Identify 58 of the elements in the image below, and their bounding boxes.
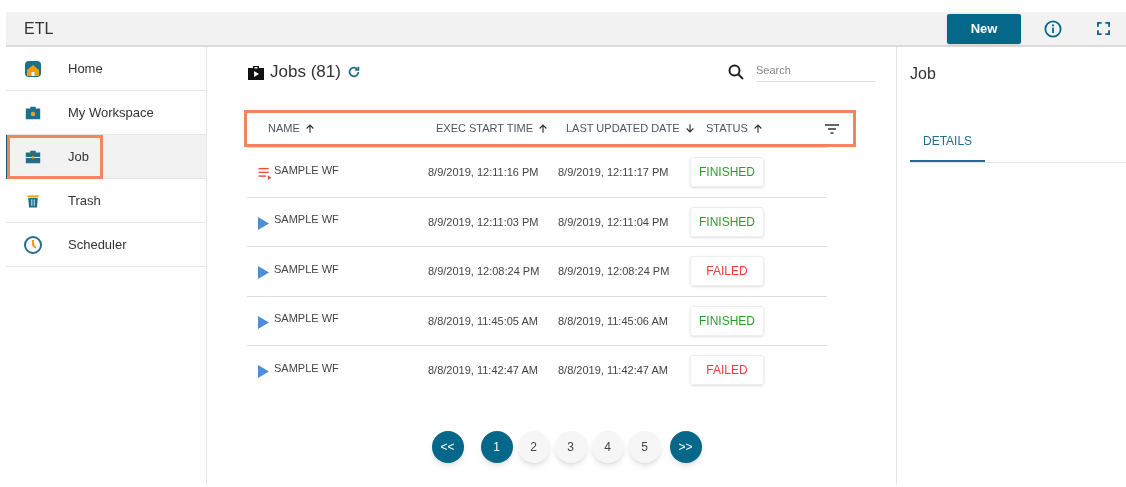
app-title: ETL — [24, 18, 54, 39]
sidebar-item[interactable]: Job — [6, 135, 206, 179]
briefcase-play-icon — [248, 64, 264, 80]
job-name[interactable]: SAMPLE WF — [274, 310, 428, 327]
database-house-icon — [23, 58, 43, 79]
last-page-button[interactable]: >> — [669, 431, 702, 463]
column-header[interactable]: NAME — [268, 120, 300, 137]
table-cell-text: 8/9/2019, 12:11:17 PM — [558, 165, 670, 180]
panel-title: Job — [910, 64, 937, 84]
search-icon[interactable] — [728, 64, 744, 80]
details-tab[interactable]: DETAILS — [910, 122, 986, 162]
search-field[interactable]: Search — [756, 61, 876, 83]
arrow-up-icon[interactable] — [538, 123, 548, 134]
table-cell-text: 8/9/2019, 12:08:24 PM — [428, 264, 541, 279]
sidebar-item[interactable]: Trash — [6, 179, 206, 223]
play-icon[interactable] — [258, 315, 272, 329]
page-button[interactable]: 3 — [554, 431, 587, 463]
table-cell-text: 8/9/2019, 12:08:24 PM — [558, 264, 671, 279]
arrow-down-icon[interactable] — [684, 123, 695, 134]
sidebar-item[interactable]: Home — [6, 47, 206, 91]
play-icon[interactable] — [258, 365, 272, 379]
table-cell-text: 8/9/2019, 12:11:16 PM — [428, 165, 540, 180]
job-name[interactable]: SAMPLE WF — [274, 260, 428, 277]
status-badge: FINISHED — [690, 305, 764, 336]
fullscreen-icon[interactable] — [1097, 22, 1110, 35]
column-header[interactable]: EXEC START TIME — [436, 120, 533, 137]
table-cell-text: 8/9/2019, 12:11:03 PM — [428, 214, 540, 230]
page-button[interactable]: 2 — [517, 431, 550, 463]
status-badge: FINISHED — [690, 157, 764, 188]
play-icon[interactable] — [258, 266, 272, 280]
page-button[interactable]: 1 — [480, 431, 513, 463]
jobs-title: Jobs (81) — [270, 61, 341, 84]
status-badge: FAILED — [690, 355, 764, 386]
table-cell-text: 8/8/2019, 11:42:47 AM — [558, 363, 669, 378]
column-header[interactable]: LAST UPDATED DATE — [566, 120, 680, 137]
filter-icon[interactable] — [825, 123, 839, 134]
status-badge: FINISHED — [690, 206, 764, 237]
refresh-icon[interactable] — [346, 65, 361, 79]
table-cell-text: 8/8/2019, 11:45:06 AM — [558, 313, 669, 329]
column-header[interactable]: STATUS — [706, 120, 748, 137]
table-cell-text: 8/8/2019, 11:45:05 AM — [428, 313, 539, 329]
arrow-up-icon[interactable] — [304, 123, 315, 134]
page-button[interactable]: 4 — [591, 431, 624, 463]
arrow-up-icon[interactable] — [752, 123, 763, 134]
list-play-icon[interactable] — [258, 167, 272, 181]
first-page-button[interactable]: << — [431, 431, 464, 463]
table-cell-text: 8/8/2019, 11:42:47 AM — [428, 363, 539, 378]
new-button[interactable]: New — [947, 13, 1021, 44]
clock-icon — [23, 234, 43, 255]
info-icon[interactable] — [1044, 19, 1062, 38]
job-name[interactable]: SAMPLE WF — [274, 359, 428, 376]
sidebar-item[interactable]: Scheduler — [6, 223, 206, 267]
job-name[interactable]: SAMPLE WF — [274, 211, 428, 228]
table-cell-text: 8/9/2019, 12:11:04 PM — [558, 214, 670, 230]
job-name[interactable]: SAMPLE WF — [274, 161, 428, 178]
status-badge: FAILED — [690, 256, 764, 287]
page-button[interactable]: 5 — [628, 431, 661, 463]
play-icon[interactable] — [258, 216, 272, 230]
